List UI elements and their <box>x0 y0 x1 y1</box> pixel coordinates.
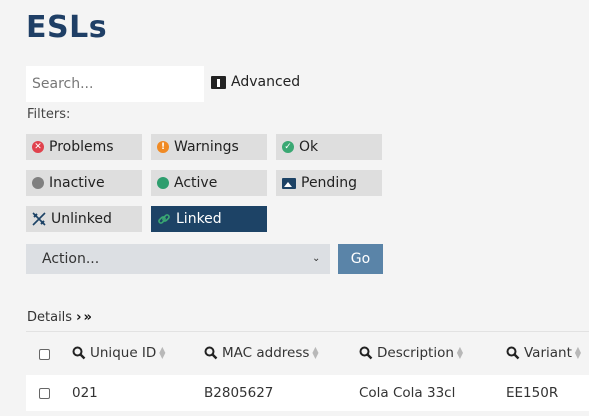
circle-icon <box>157 177 169 189</box>
column-label: Description <box>377 345 454 361</box>
column-header-variant[interactable]: Variant ▲ ▼ <box>506 345 581 361</box>
cell-mac-address: B2805627 <box>204 385 274 401</box>
column-label: MAC address <box>222 345 310 361</box>
action-select[interactable]: Action... ⌄ <box>26 244 330 274</box>
filter-label: Inactive <box>49 175 105 191</box>
esl-page: ESLs Advanced Filters: ✕ Problems ! Warn… <box>0 0 589 416</box>
filter-problems[interactable]: ✕ Problems <box>26 134 142 160</box>
search-icon <box>72 346 86 360</box>
filter-pending[interactable]: Pending <box>276 170 382 196</box>
filter-label: Ok <box>299 139 319 155</box>
details-label: Details <box>27 310 73 325</box>
table-row[interactable]: 021 B2805627 Cola Cola 33cl EE150R <box>26 375 589 411</box>
columns-icon <box>211 75 226 89</box>
page-title: ESLs <box>26 10 108 45</box>
search-icon <box>359 346 373 360</box>
filter-ok[interactable]: ✓ Ok <box>276 134 382 160</box>
filters-label: Filters: <box>27 107 71 122</box>
filter-unlinked[interactable]: Unlinked <box>26 206 142 232</box>
filter-label: Unlinked <box>51 211 112 227</box>
select-all-checkbox[interactable] <box>39 349 50 360</box>
sort-icon: ▲ ▼ <box>312 345 319 360</box>
sort-icon: ▲ ▼ <box>456 345 464 360</box>
column-header-mac-address[interactable]: MAC address ▲ ▼ <box>204 345 319 361</box>
image-icon <box>282 177 296 189</box>
advanced-button[interactable]: Advanced <box>211 74 300 90</box>
row-checkbox[interactable] <box>39 388 50 399</box>
cell-variant: EE150R <box>506 385 559 401</box>
details-toggle[interactable]: Details › » <box>27 310 92 325</box>
filter-label: Pending <box>301 175 357 191</box>
x-circle-icon: ✕ <box>32 141 44 153</box>
exclamation-circle-icon: ! <box>157 141 169 153</box>
filter-label: Linked <box>176 211 222 227</box>
double-chevron-right-icon: » <box>83 310 92 325</box>
search-icon <box>506 346 520 360</box>
action-select-value: Action... <box>42 251 100 267</box>
filter-label: Active <box>174 175 218 191</box>
filter-linked[interactable]: Linked <box>151 206 267 232</box>
unlink-icon <box>32 212 46 226</box>
chevron-down-icon: ⌄ <box>312 253 321 264</box>
cell-unique-id: 021 <box>72 385 98 401</box>
table-header: Unique ID ▲ ▼ MAC address ▲ ▼ Description … <box>26 331 589 375</box>
circle-icon <box>32 177 44 189</box>
sort-icon: ▲ ▼ <box>159 345 166 360</box>
go-button[interactable]: Go <box>338 244 383 274</box>
column-label: Variant <box>524 345 572 361</box>
search-icon <box>204 346 218 360</box>
filter-inactive[interactable]: Inactive <box>26 170 142 196</box>
link-icon <box>158 214 170 224</box>
filter-active[interactable]: Active <box>151 170 267 196</box>
filter-label: Warnings <box>174 139 239 155</box>
cell-description: Cola Cola 33cl <box>359 385 456 401</box>
filter-label: Problems <box>49 139 114 155</box>
advanced-label: Advanced <box>231 74 301 90</box>
filter-warnings[interactable]: ! Warnings <box>151 134 267 160</box>
column-header-description[interactable]: Description ▲ ▼ <box>359 345 463 361</box>
chevron-right-icon: › <box>76 310 82 325</box>
sort-icon: ▲ ▼ <box>574 345 582 360</box>
search-input[interactable] <box>26 66 204 102</box>
column-header-unique-id[interactable]: Unique ID ▲ ▼ <box>72 345 165 361</box>
column-label: Unique ID <box>90 345 157 361</box>
check-circle-icon: ✓ <box>282 141 294 153</box>
